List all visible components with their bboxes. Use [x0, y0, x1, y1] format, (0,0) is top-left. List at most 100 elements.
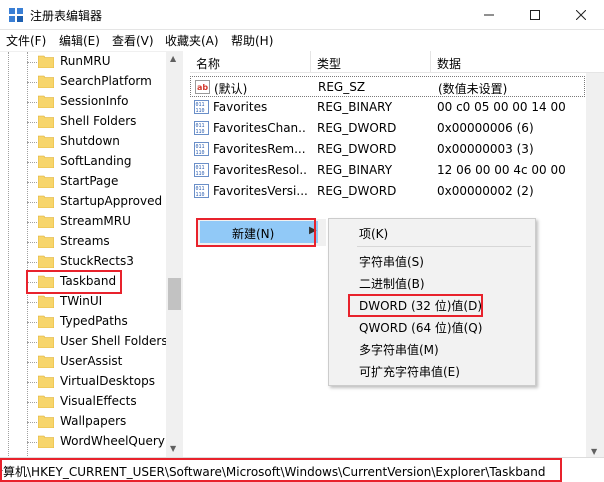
menu-favorites[interactable]: 收藏夹(A) [165, 32, 219, 49]
value-row[interactable]: 011 110 FavoritesRem... REG_DWORD 0x00000003… [190, 139, 585, 160]
svg-text:110: 110 [196, 150, 205, 156]
value-name: FavoritesRem... [213, 142, 306, 156]
dword-highlight-box [348, 294, 483, 317]
folder-icon [38, 175, 54, 188]
value-type: REG_BINARY [317, 100, 393, 114]
submenu-item-expandable-string[interactable]: 可扩充字符串值(E) [359, 363, 460, 383]
scroll-down-icon[interactable]: ▼ [591, 447, 597, 456]
svg-text:ab: ab [197, 83, 208, 92]
tree-item-label: StuckRects3 [60, 254, 134, 268]
folder-icon [38, 195, 54, 208]
tree-item[interactable]: SoftLanding [0, 152, 166, 172]
submenu-item-string[interactable]: 字符串值(S) [359, 253, 424, 273]
tree-item[interactable]: Streams [0, 232, 166, 252]
binary-value-icon: 011110 [194, 142, 209, 156]
value-data: 0x00000003 (3) [437, 142, 534, 156]
maximize-button[interactable] [512, 0, 558, 30]
tree-item[interactable]: User Shell Folders [0, 332, 168, 352]
svg-text:110: 110 [196, 129, 205, 135]
minimize-button[interactable] [466, 0, 512, 30]
maximize-icon [530, 10, 540, 20]
folder-icon [38, 55, 54, 68]
column-header-name[interactable]: 名称 [196, 55, 220, 72]
tree-scrollbar[interactable]: ▲ ▼ [166, 51, 183, 457]
submenu-item-key[interactable]: 项(K) [359, 225, 388, 245]
tree-item[interactable]: StartPage [0, 172, 166, 192]
menu-file[interactable]: 文件(F) [6, 32, 46, 49]
value-row[interactable]: 011 110 FavoritesChan... REG_DWORD 0x0000000… [190, 118, 585, 139]
tree-connector [27, 302, 37, 303]
svg-text:110: 110 [196, 171, 205, 177]
taskband-highlight-box [26, 270, 122, 294]
tree-item[interactable]: WordWheelQuery [0, 432, 166, 452]
column-divider[interactable] [310, 51, 311, 73]
tree-item[interactable]: StartupApproved [0, 192, 166, 212]
value-data: 0x00000006 (6) [437, 121, 534, 135]
tree-connector [27, 362, 37, 363]
value-row[interactable]: ab (默认) REG_SZ (数值未设置) [190, 76, 585, 97]
submenu-item-binary[interactable]: 二进制值(B) [359, 275, 425, 295]
tree-connector [27, 142, 37, 143]
tree-item[interactable]: Wallpapers [0, 412, 166, 432]
value-type: REG_DWORD [317, 121, 397, 135]
submenu-item-qword[interactable]: QWORD (64 位)值(Q) [359, 319, 482, 339]
tree-item[interactable]: SessionInfo [0, 92, 166, 112]
tree-item[interactable]: StuckRects3 [0, 252, 166, 272]
menu-view[interactable]: 查看(V) [112, 32, 154, 49]
tree-item-label: VirtualDesktops [60, 374, 155, 388]
tree-item-label: RunMRU [60, 54, 111, 68]
value-type: REG_DWORD [317, 184, 397, 198]
value-row[interactable]: 011 110 FavoritesVersi... REG_DWORD 0x000000… [190, 181, 585, 202]
tree-item-label: SearchPlatform [60, 74, 152, 88]
close-button[interactable] [558, 0, 604, 30]
tree-connector [27, 122, 37, 123]
list-scrollbar[interactable]: ▼ [586, 73, 604, 457]
tree-item[interactable]: Shutdown [0, 132, 166, 152]
binary-value-icon: 011110 [194, 184, 209, 198]
tree-connector [27, 222, 37, 223]
registry-tree[interactable]: RunMRU SearchPlatform SessionInfo Shell Fol… [0, 51, 183, 457]
regedit-icon [9, 8, 23, 22]
folder-icon [38, 375, 54, 388]
tree-connector [27, 342, 37, 343]
scroll-up-icon[interactable]: ▲ [170, 54, 176, 63]
column-divider[interactable] [430, 51, 431, 73]
tree-item[interactable]: TWinUI [0, 292, 166, 312]
tree-item[interactable]: VirtualDesktops [0, 372, 166, 392]
menu-edit[interactable]: 编辑(E) [59, 32, 100, 49]
value-row[interactable]: 011 110 FavoritesResol... REG_BINARY 12 06 0… [190, 160, 585, 181]
column-header-data[interactable]: 数据 [437, 55, 461, 72]
folder-icon [38, 415, 54, 428]
value-name: FavoritesResol... [213, 163, 307, 177]
folder-icon [38, 155, 54, 168]
tree-item-label: VisualEffects [60, 394, 137, 408]
tree-connector [27, 262, 37, 263]
tree-item[interactable]: RunMRU [0, 52, 166, 72]
value-name: FavoritesChan... [213, 121, 307, 135]
svg-text:110: 110 [196, 192, 205, 198]
close-icon [576, 10, 586, 20]
tree-item[interactable]: StreamMRU [0, 212, 166, 232]
tree-item[interactable]: UserAssist [0, 352, 166, 372]
tree-item[interactable]: Shell Folders [0, 112, 166, 132]
tree-item[interactable]: SearchPlatform [0, 72, 166, 92]
tree-item-label: Shell Folders [60, 114, 137, 128]
menu-help[interactable]: 帮助(H) [231, 32, 273, 49]
tree-item-label: StartPage [60, 174, 119, 188]
value-type: REG_BINARY [317, 163, 393, 177]
value-data: (数值未设置) [438, 82, 508, 96]
tree-item[interactable]: TypedPaths [0, 312, 166, 332]
folder-icon [38, 315, 54, 328]
value-data: 00 c0 05 00 00 14 00 [437, 100, 566, 114]
tree-item-label: TypedPaths [60, 314, 128, 328]
tree-item[interactable]: VisualEffects [0, 392, 166, 412]
scroll-down-icon[interactable]: ▼ [170, 444, 176, 453]
value-row[interactable]: 011 110 Favorites REG_BINARY 00 c0 05 00 00 … [190, 97, 585, 118]
column-header-type[interactable]: 类型 [317, 55, 341, 72]
submenu-item-multi-string[interactable]: 多字符串值(M) [359, 341, 439, 361]
value-name: (默认) [214, 82, 248, 96]
folder-icon [38, 135, 54, 148]
new-highlight-box [196, 218, 316, 247]
folder-icon [38, 235, 54, 248]
tree-scroll-thumb[interactable] [168, 278, 181, 310]
